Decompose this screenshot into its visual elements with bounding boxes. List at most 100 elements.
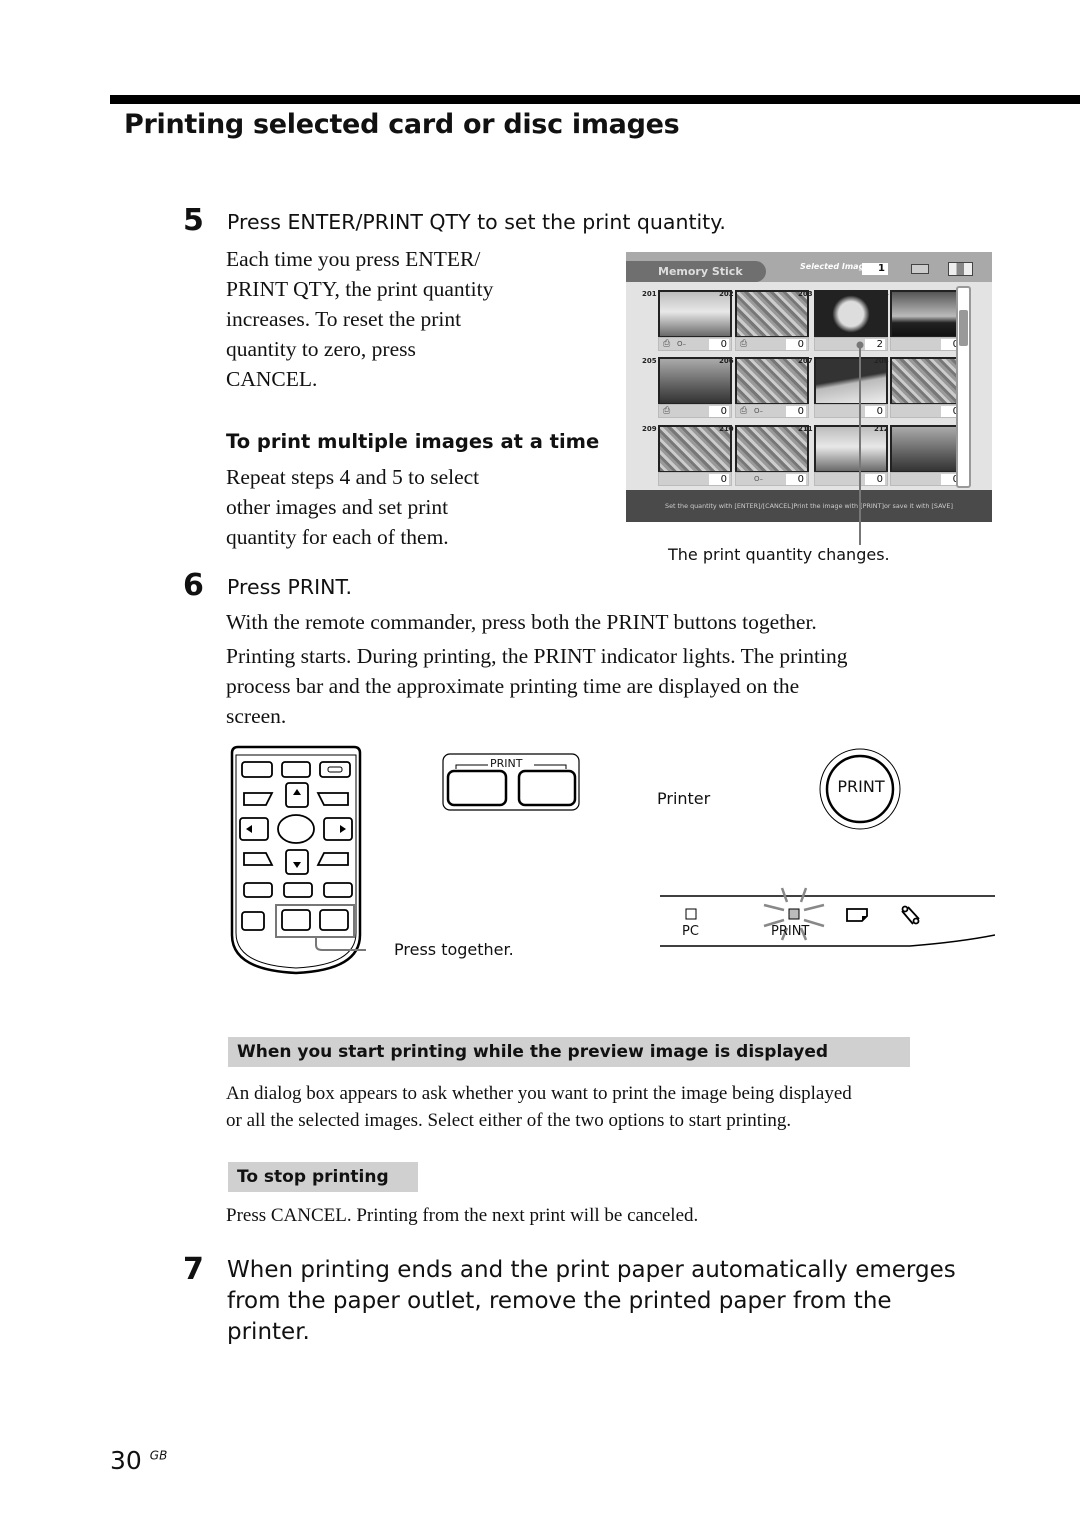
- remote-print-button-left: [281, 909, 311, 931]
- thumbnail-item[interactable]: 2080: [874, 357, 964, 419]
- print-mark-icon: ⎙: [740, 406, 748, 416]
- thumbnail-quantity: 0: [865, 474, 885, 485]
- body-line: Each time you press ENTER/: [226, 247, 481, 271]
- remote-button: [241, 761, 273, 778]
- stop-note-body: Press CANCEL. Printing from the next pri…: [226, 1205, 699, 1226]
- thumbnail-number: 208: [874, 357, 889, 365]
- body-line: process bar and the approximate printing…: [226, 674, 800, 698]
- thumbnail-status-bar: 0: [814, 472, 888, 486]
- thumbnail-item[interactable]: 201 ⎙ O– 0: [642, 290, 732, 352]
- remote-button: [323, 882, 353, 898]
- thumbnail-number: 211: [798, 425, 813, 433]
- thumbnail-number: 207: [798, 357, 813, 365]
- body-line: quantity to zero, press: [226, 337, 416, 361]
- thumbnail-number: 204: [874, 290, 889, 298]
- remote-button: [243, 792, 274, 806]
- print-mark-icon: ⎙: [663, 339, 671, 349]
- body-line: other images and set print: [226, 495, 449, 519]
- step-5-body: Each time you press ENTER/ PRINT QTY, th…: [226, 244, 493, 394]
- thumbnail-number: 210: [719, 425, 734, 433]
- thumbnail-status-bar: ⎙ O– 0: [735, 404, 809, 418]
- thumbnail-item[interactable]: 202 ⎙ 0: [719, 290, 809, 352]
- step-7-heading: When printing ends and the print paper a…: [227, 1255, 956, 1348]
- screen-topbar: Memory Stick Selected Images 1: [626, 252, 992, 282]
- selected-images-count: 1: [862, 263, 888, 275]
- page-number: 30 GB: [110, 1446, 167, 1475]
- thumbnail-item[interactable]: 2040: [874, 290, 964, 352]
- thumbnail-number: 206: [719, 357, 734, 365]
- thumbnail-status-bar: ⎙ O– 0: [658, 337, 732, 351]
- step-6-number: 6: [183, 568, 204, 603]
- thumbnail-status-bar: 0: [658, 472, 732, 486]
- thumbnail-quantity: 0: [865, 406, 885, 417]
- print-button-right: [517, 769, 577, 807]
- remote-button: [316, 852, 349, 866]
- thumbnail-quantity: 0: [709, 474, 729, 485]
- remote-button: [243, 882, 273, 898]
- body-line: increases. To reset the print: [226, 307, 462, 331]
- thumbnail-item[interactable]: 203 2: [798, 290, 888, 352]
- body-line: screen.: [226, 704, 287, 728]
- battery-icon: [911, 264, 929, 274]
- thumbnail-quantity: 0: [786, 339, 806, 350]
- printer-label: Printer: [657, 789, 711, 808]
- thumbnail-item[interactable]: 205 ⎙ 0: [642, 357, 732, 419]
- cartridge-indicator-icon: [901, 905, 920, 925]
- step-5-heading: Press ENTER/PRINT QTY to set the print q…: [227, 210, 726, 234]
- thumbnail-number: 202: [719, 290, 734, 298]
- scrollbar[interactable]: [956, 286, 971, 488]
- protect-key-icon: O–: [677, 340, 687, 348]
- step-7-number: 7: [183, 1252, 204, 1287]
- thumbnail-item[interactable]: 212 0: [874, 425, 964, 487]
- thumbnail-status-bar: 0: [890, 337, 964, 351]
- thumbnail-quantity: 0: [786, 406, 806, 417]
- pc-indicator: [685, 908, 697, 920]
- preview-note-heading-bar: When you start printing while the previe…: [228, 1037, 910, 1067]
- remote-commander: [230, 745, 366, 975]
- print-screen: Memory Stick Selected Images 1 201 ⎙ O– 0 20…: [626, 252, 992, 522]
- scroll-thumb[interactable]: [959, 310, 968, 346]
- thumbnail-number: 209: [642, 425, 657, 433]
- print-mark-icon: ⎙: [663, 406, 671, 416]
- page-number-value: 30: [110, 1446, 142, 1475]
- thumbnail-item[interactable]: 209 0: [642, 425, 732, 487]
- thumbnail-image: [890, 357, 964, 405]
- thumbnail-item[interactable]: 211 0: [798, 425, 888, 487]
- thumbnail-number: 205: [642, 357, 657, 365]
- remote-button: [281, 761, 311, 778]
- remote-button: [316, 792, 349, 806]
- press-together-label: Press together.: [394, 940, 514, 959]
- step-6-body: Printing starts. During printing, the PR…: [226, 641, 847, 731]
- thumbnail-quantity: 2: [865, 339, 885, 350]
- thumbnail-image: [890, 290, 964, 338]
- print-pair-label: PRINT: [490, 757, 523, 770]
- body-line: Repeat steps 4 and 5 to select: [226, 465, 480, 489]
- thumbnail-status-bar: 0: [890, 472, 964, 486]
- protect-key-icon: O–: [754, 407, 764, 415]
- remote-enter-button: [277, 814, 315, 844]
- body-line: or all the selected images. Select eithe…: [226, 1110, 792, 1131]
- thumbnail-item[interactable]: 207 0: [798, 357, 888, 419]
- pc-indicator-label: PC: [682, 924, 699, 939]
- heading-line: printer.: [227, 1319, 310, 1345]
- memory-stick-tab[interactable]: Memory Stick: [626, 261, 766, 282]
- thumbnail-status-bar: 0: [890, 404, 964, 418]
- remote-button: [241, 911, 265, 931]
- print-button-left: [446, 769, 508, 807]
- paper-indicator-icon: [846, 908, 868, 922]
- thumbnail-item[interactable]: 206 ⎙ O– 0: [719, 357, 809, 419]
- remote-print-button-right: [319, 909, 349, 931]
- print-indicator-lit: [788, 908, 800, 920]
- step-6-heading: Press PRINT.: [227, 575, 353, 599]
- body-line: quantity for each of them.: [226, 525, 449, 549]
- body-line: Printing starts. During printing, the PR…: [226, 644, 848, 668]
- media-card-icon: [948, 262, 973, 276]
- step-6-body-line1: With the remote commander, press both th…: [226, 610, 817, 634]
- print-indicator-label: PRINT: [771, 924, 810, 939]
- thumbnail-number: 212: [874, 425, 889, 433]
- multiple-images-subheading: To print multiple images at a time: [226, 430, 600, 453]
- top-rule: [110, 95, 1080, 104]
- page-number-suffix: GB: [149, 1448, 168, 1463]
- stop-note-heading-bar: To stop printing: [228, 1162, 418, 1192]
- thumbnail-item[interactable]: 210 O– 0: [719, 425, 809, 487]
